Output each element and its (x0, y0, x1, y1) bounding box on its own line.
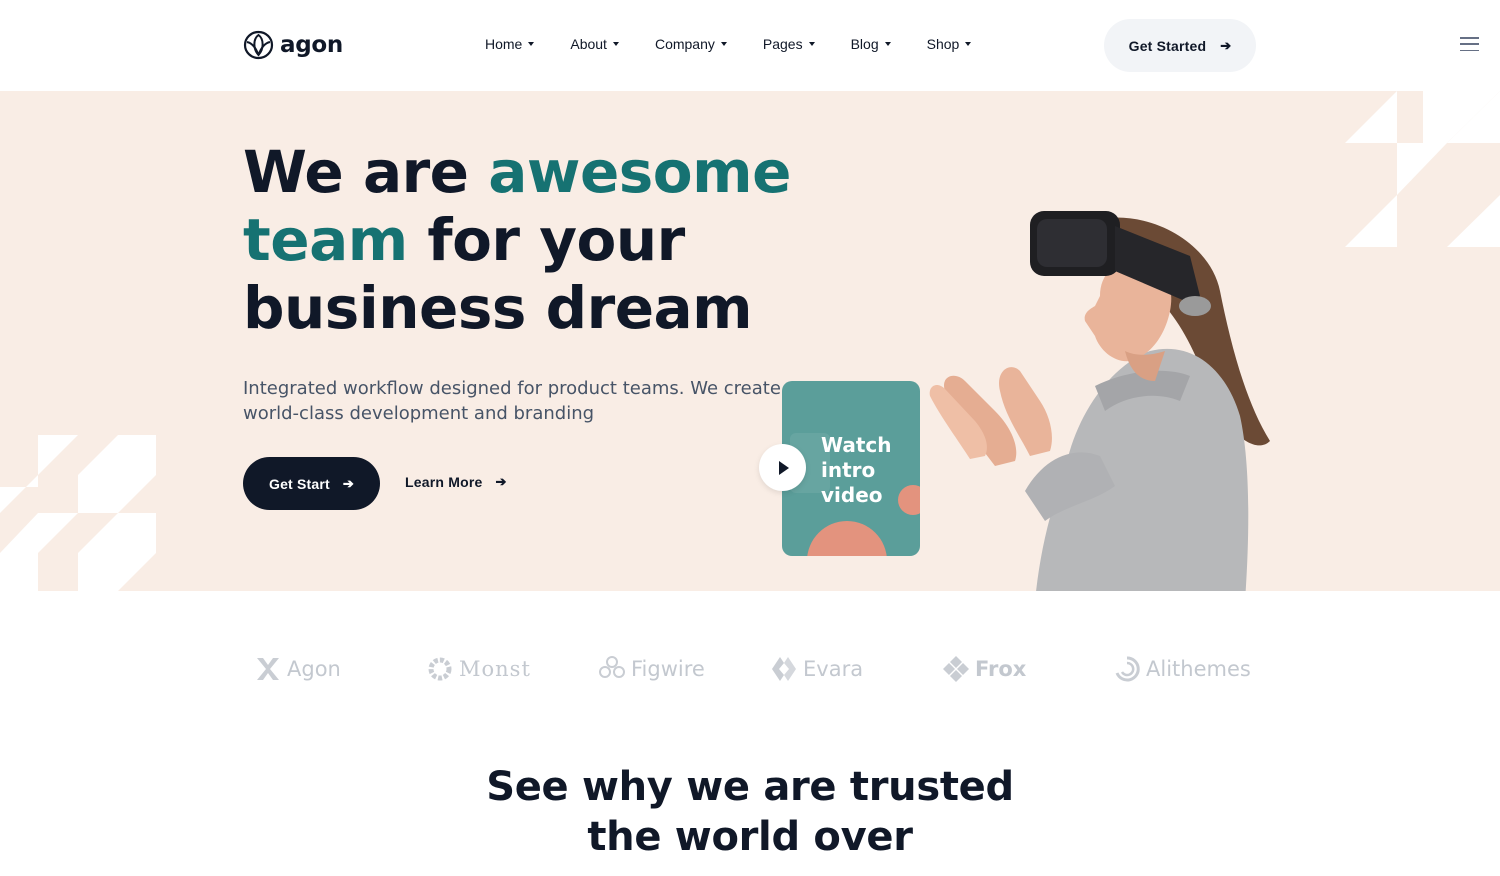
nav-item-label: Blog (850, 36, 879, 52)
nav-item-label: Shop (926, 36, 960, 52)
caret-down-icon (528, 42, 535, 46)
nav-item-pages[interactable]: Pages (763, 36, 815, 52)
brand-logo[interactable]: agon (243, 30, 343, 60)
caret-down-icon (720, 42, 727, 46)
brand-name: agon (280, 32, 343, 58)
hero-title-accent2: team (243, 206, 408, 274)
caret-down-icon (884, 42, 891, 46)
get-started-label: Get Started (1128, 37, 1207, 54)
site-header: agon Home About Company Pages Blog Shop … (0, 0, 1500, 91)
partner-logo-agon: Agon (254, 655, 341, 683)
section-title: See why we are trusted the world over (0, 762, 1500, 862)
partner-logo-alithemes: Alithemes (1113, 655, 1251, 683)
get-start-button[interactable]: Get Start ➔ (243, 457, 380, 510)
hero-title: We are awesome team for your business dr… (243, 138, 803, 342)
partner-logo-evara: Evara (770, 655, 863, 683)
caret-down-icon (612, 42, 619, 46)
hero-title-part3: business dream (243, 274, 753, 342)
partner-name: Figwire (631, 657, 705, 681)
arrow-right-icon: ➔ (1220, 37, 1232, 53)
video-card-text: Watch intro video (821, 433, 892, 507)
leaf-logo-icon (243, 30, 274, 60)
get-start-label: Get Start (268, 475, 330, 492)
caret-down-icon (965, 42, 972, 46)
caret-down-icon (808, 42, 815, 46)
hero-description: Integrated workflow designed for product… (243, 378, 781, 424)
nav-item-blog[interactable]: Blog (851, 36, 891, 52)
partner-name: Agon (287, 657, 341, 681)
partner-logo-monst: Monst (426, 655, 531, 683)
learn-more-link[interactable]: Learn More ➔ (405, 474, 507, 490)
flower-logo-icon (599, 656, 625, 678)
arrow-right-icon: ➔ (495, 474, 507, 489)
hero-section: We are awesome team for your business dr… (0, 91, 1500, 591)
x-mark-logo-icon (257, 658, 279, 680)
hero-title-accent1: awesome (488, 138, 791, 206)
get-started-button[interactable]: Get Started ➔ (1104, 19, 1256, 72)
hero-title-part1: We are (243, 138, 489, 206)
partner-logos: Agon Monst Figwire Evara Frox Alithemes (0, 655, 1500, 695)
diamond-logo-icon (772, 657, 796, 681)
decorative-triangles-right (1345, 91, 1500, 247)
learn-more-label: Learn More (405, 474, 483, 490)
gear-logo-icon (428, 657, 452, 681)
nav-item-label: Company (654, 36, 715, 52)
partner-name: Evara (803, 657, 864, 681)
grid-logo-icon (943, 656, 969, 682)
swirl-logo-icon (1115, 656, 1140, 682)
partner-logo-figwire: Figwire (598, 655, 705, 683)
nav-item-about[interactable]: About (570, 36, 619, 52)
hero-title-part2: for your (407, 206, 685, 274)
play-video-button[interactable] (759, 444, 806, 491)
section-title-line2: the world over (587, 814, 913, 860)
section-title-line1: See why we are trusted (486, 764, 1014, 810)
nav-item-label: About (570, 36, 607, 52)
main-nav: Home About Company Pages Blog Shop (485, 36, 972, 52)
nav-item-label: Home (485, 36, 523, 52)
arrow-right-icon: ➔ (342, 475, 355, 491)
partner-logo-frox: Frox (942, 655, 1026, 683)
play-icon (779, 460, 789, 475)
nav-item-shop[interactable]: Shop (927, 36, 972, 52)
decorative-circle (807, 521, 887, 556)
nav-item-company[interactable]: Company (655, 36, 727, 52)
nav-item-home[interactable]: Home (485, 36, 535, 52)
menu-icon[interactable] (1460, 37, 1479, 51)
nav-item-label: Pages (762, 36, 803, 52)
hero-vr-person-image (929, 211, 1270, 591)
partner-name: Monst (459, 657, 531, 681)
partner-name: Alithemes (1146, 657, 1251, 681)
decorative-triangles-left (0, 435, 156, 591)
partner-name: Frox (975, 657, 1027, 681)
